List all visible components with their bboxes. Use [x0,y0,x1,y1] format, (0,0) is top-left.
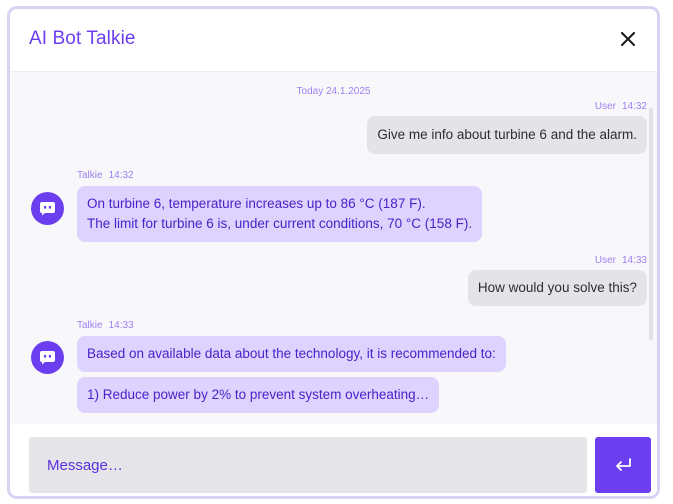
bot-icon [40,202,55,216]
message-meta-user: User 14:33 [595,255,647,266]
user-message-bubble: Give me info about turbine 6 and the ala… [367,116,647,154]
message-time: 14:33 [621,255,647,266]
sender-name: Talkie [77,320,103,331]
bot-message-bubble: Based on available data about the techno… [77,336,506,372]
sender-name: Talkie [77,170,103,181]
message-meta-bot: Talkie 14:32 [77,170,134,181]
chat-window: AI Bot Talkie Today 24.1.2025 User 14:32 … [7,6,660,499]
bot-message-bubble: 1) Reduce power by 2% to prevent system … [77,377,440,413]
sender-name: User [594,101,616,112]
bot-avatar [31,341,64,374]
message-time: 14:32 [108,170,134,181]
sender-name: User [594,255,616,266]
message-meta-bot: Talkie 14:33 [77,320,134,331]
message-text: The limit for turbine 6 is, under curren… [87,216,473,231]
message-list[interactable]: Today 24.1.2025 User 14:32 Give me info a… [10,72,657,424]
close-button[interactable] [617,28,639,50]
user-message-bubble: How would you solve this? [467,270,647,306]
scrollbar[interactable] [649,108,653,340]
bot-icon [40,351,55,365]
message-time: 14:33 [108,320,134,331]
message-text: Give me info about turbine 6 and the ala… [377,127,637,142]
message-meta-user: User 14:32 [595,101,647,112]
chat-title: AI Bot Talkie [29,28,136,49]
message-composer [10,424,657,496]
send-button[interactable] [595,437,651,493]
message-text: On turbine 6, temperature increases up t… [87,196,426,211]
close-icon [621,32,635,46]
bot-message-bubble: On turbine 6, temperature increases up t… [77,186,483,242]
bot-avatar [31,192,64,225]
message-time: 14:32 [621,101,647,112]
message-text: How would you solve this? [477,280,637,295]
message-input[interactable] [29,437,587,493]
enter-arrow-icon [616,458,631,471]
message-text: Based on available data about the techno… [87,346,496,361]
message-text: 1) Reduce power by 2% to prevent system … [87,387,430,402]
date-divider: Today 24.1.2025 [296,86,371,97]
chat-header: AI Bot Talkie [10,9,657,72]
